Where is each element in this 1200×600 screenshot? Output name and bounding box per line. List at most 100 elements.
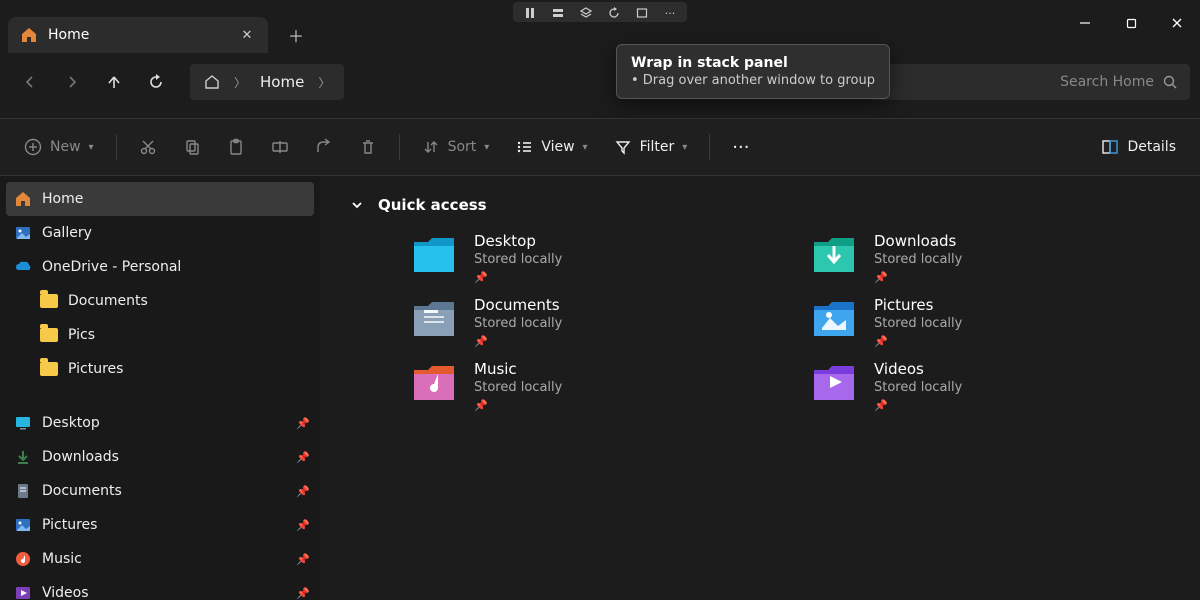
tooltip-title: Wrap in stack panel [631,55,788,71]
chevron-down-icon: ▾ [682,142,687,153]
sidebar-item-desktop[interactable]: Desktop 📌 [0,406,320,440]
sidebar-item-pics[interactable]: Pics [0,318,320,352]
sidebar-item-label: Documents [68,293,148,309]
pin-icon: 📌 [296,451,310,464]
sidebar-item-label: Pics [68,327,95,343]
pin-icon: 📌 [874,335,962,348]
gallery-icon [14,224,32,242]
item-title: Pictures [874,296,962,314]
sidebar-item-label: Pictures [42,517,97,533]
details-icon [1101,138,1119,156]
chevron-right-icon: 〉 [234,74,246,91]
nav-forward-button[interactable] [52,64,92,100]
separator [399,134,400,160]
tab-title: Home [48,27,228,43]
quick-access-desktop[interactable]: DesktopStored locally📌 [410,232,770,284]
cmd-paste-button[interactable] [217,129,255,165]
tab-bar: Home ✕ ＋ [8,14,1200,56]
cmd-cut-button[interactable] [129,129,167,165]
cmd-more-button[interactable]: ··· [722,129,759,165]
quick-access-documents[interactable]: DocumentsStored locally📌 [410,296,770,348]
chevron-down-icon: ▾ [583,142,588,153]
separator [116,134,117,160]
sidebar: Home Gallery OneDrive - Personal Documen… [0,176,320,600]
quick-access-header[interactable]: Quick access [350,196,1170,214]
cmd-view-button[interactable]: View ▾ [505,129,597,165]
cmd-delete-button[interactable] [349,129,387,165]
sidebar-item-music[interactable]: Music📌 [0,542,320,576]
view-icon [515,138,533,156]
item-title: Desktop [474,232,562,250]
sidebar-item-pictures[interactable]: Pictures📌 [0,508,320,542]
cmd-sort-button[interactable]: Sort ▾ [412,129,500,165]
desktop-folder-icon [410,232,458,276]
new-tab-button[interactable]: ＋ [280,19,312,51]
nav-back-button[interactable] [10,64,50,100]
sidebar-item-label: OneDrive - Personal [42,259,181,275]
home-icon [204,74,220,90]
command-bar: New ▾ Sort ▾ View ▾ Filter ▾ ··· Details [0,118,1200,176]
tab-home[interactable]: Home ✕ [8,17,268,53]
sidebar-item-downloads[interactable]: Downloads📌 [0,440,320,474]
search-input[interactable]: Search Home [870,64,1190,100]
quick-access-videos[interactable]: VideosStored locally📌 [810,360,1170,412]
pin-icon: 📌 [474,335,562,348]
cmd-new-label: New [50,139,81,155]
sidebar-item-label: Home [42,191,83,207]
sidebar-item-documents[interactable]: Documents [0,284,320,318]
quick-access-downloads[interactable]: DownloadsStored locally📌 [810,232,1170,284]
search-placeholder: Search Home [1060,74,1162,90]
item-title: Videos [874,360,962,378]
sidebar-item-label: Music [42,551,82,567]
videos-folder-icon [810,360,858,404]
sidebar-item-label: Pictures [68,361,123,377]
sidebar-item-onedrive[interactable]: OneDrive - Personal [0,250,320,284]
sidebar-item-videos[interactable]: Videos 📌 [0,576,320,600]
pin-icon: 📌 [874,271,962,284]
pin-icon: 📌 [474,399,562,412]
cmd-details-button[interactable]: Details [1091,138,1186,156]
home-icon [14,190,32,208]
folder-icon [40,328,58,342]
cmd-details-label: Details [1127,139,1176,155]
music-folder-icon [410,360,458,404]
address-bar[interactable]: 〉 Home 〉 [190,64,344,100]
desktop-icon [14,414,32,432]
pictures-icon [14,516,32,534]
navigation-bar: 〉 Home 〉 Search Home [0,56,1200,108]
sort-icon [422,138,440,156]
breadcrumb-root[interactable]: Home [260,73,304,91]
cmd-rename-button[interactable] [261,129,299,165]
downloads-folder-icon [810,232,858,276]
tooltip-subtitle: • Drag over another window to group [631,73,875,88]
sidebar-item-label: Videos [42,585,89,600]
item-title: Documents [474,296,562,314]
sidebar-item-label: Desktop [42,415,100,431]
sidebar-item-pictures[interactable]: Pictures [0,352,320,386]
cmd-copy-button[interactable] [173,129,211,165]
sidebar-item-gallery[interactable]: Gallery [0,216,320,250]
nav-refresh-button[interactable] [136,64,176,100]
item-title: Downloads [874,232,962,250]
sidebar-locations: Desktop📌Downloads📌Documents📌Pictures📌Mus… [0,400,320,600]
cmd-view-label: View [541,139,574,155]
documents-folder-icon [410,296,458,340]
downloads-icon [14,448,32,466]
tab-close-button[interactable]: ✕ [238,26,256,44]
cmd-filter-button[interactable]: Filter ▾ [604,129,698,165]
pin-icon: 📌 [474,271,562,284]
sidebar-item-documents[interactable]: Documents📌 [0,474,320,508]
chevron-right-icon[interactable]: 〉 [318,74,330,91]
quick-access-music[interactable]: MusicStored locally📌 [410,360,770,412]
cmd-filter-label: Filter [640,139,675,155]
separator [709,134,710,160]
pin-icon: 📌 [296,485,310,498]
item-title: Music [474,360,562,378]
nav-up-button[interactable] [94,64,134,100]
sidebar-item-home[interactable]: Home [6,182,314,216]
cmd-new-button[interactable]: New ▾ [14,129,104,165]
cmd-share-button[interactable] [305,129,343,165]
quick-access-pictures[interactable]: PicturesStored locally📌 [810,296,1170,348]
pin-icon: 📌 [296,417,310,430]
pin-icon: 📌 [296,587,310,600]
